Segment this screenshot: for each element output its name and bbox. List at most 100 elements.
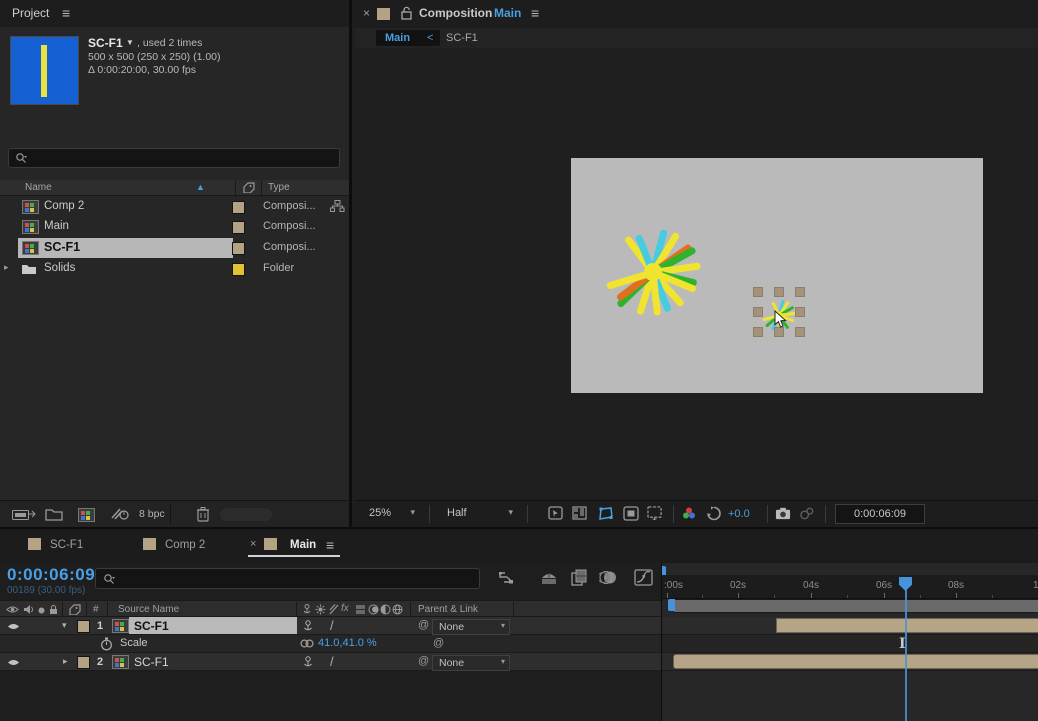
magnification-dropdown[interactable]: 25% ▾ [361,505,419,522]
work-area-bar[interactable] [668,599,1038,613]
graph-editor-icon[interactable] [634,569,653,586]
label-color-swatch[interactable] [232,201,245,214]
project-search-input[interactable] [8,148,340,168]
parent-dropdown[interactable]: None ▾ [432,619,510,635]
breadcrumb-current[interactable]: Main [385,32,410,44]
selection-handle[interactable] [753,287,763,297]
layer-label-color[interactable] [77,620,90,633]
layer-row-2[interactable]: ▸ 2 SC-F1 / @ None ▾ [0,653,661,671]
timeline-search-input[interactable] [95,568,480,589]
proportional-grid-icon[interactable] [647,506,663,521]
time-ruler[interactable]: :00s 02s 04s 06s 08s 1 [662,575,1038,599]
layer-track-1[interactable] [662,617,1038,635]
quality-toggle-icon[interactable]: / [330,654,334,669]
selection-handle[interactable] [753,327,763,337]
project-panel-menu-icon[interactable]: ≡ [62,5,70,21]
quality-toggle-icon[interactable]: / [330,618,334,633]
column-name[interactable]: Name [25,182,52,193]
grid-guides-icon[interactable] [548,506,564,521]
layer-duration-bar[interactable] [776,618,1038,633]
show-snapshot-icon[interactable] [799,506,815,521]
playhead-line[interactable] [905,577,907,721]
layer-number-column: # [93,604,99,615]
selection-handle[interactable] [795,327,805,337]
new-composition-icon[interactable] [78,508,95,522]
column-type[interactable]: Type [268,182,290,193]
eye-icon[interactable] [7,622,20,631]
delete-icon[interactable] [196,506,210,522]
exposure-value[interactable]: +0.0 [728,508,750,520]
channel-settings-icon[interactable] [681,506,697,521]
layer-track-2[interactable] [662,653,1038,671]
scale-value[interactable]: 41.0,41.0 % [318,637,377,649]
close-tab-icon[interactable]: × [363,6,370,20]
selection-handle[interactable] [774,287,784,297]
mini-flowchart-icon[interactable] [498,571,515,586]
draft-3d-icon[interactable] [540,570,558,586]
parent-dropdown[interactable]: None ▾ [432,655,510,671]
close-tab-icon[interactable]: × [250,538,256,550]
pickwhip-icon[interactable]: @ [433,637,444,649]
project-row-solids[interactable]: ▸ Solids Folder [0,259,349,279]
preview-timecode[interactable]: 0:00:06:09 [835,504,925,524]
pickwhip-icon[interactable]: @ [418,619,429,631]
label-color-swatch[interactable] [232,242,245,255]
tab-title[interactable]: Composition [419,6,492,20]
label-color-column-icon[interactable] [243,182,255,193]
property-row-scale[interactable]: Scale 41.0,41.0 % @ [0,635,661,653]
tab-label-color[interactable] [377,8,390,20]
timeline-tab-scf1[interactable]: SC-F1 [50,539,83,551]
link-dimensions-icon[interactable] [300,639,314,648]
take-snapshot-icon[interactable] [775,506,791,521]
parent-link-column[interactable]: Parent & Link [418,604,478,615]
selection-handle[interactable] [795,307,805,317]
interpret-footage-icon[interactable] [12,508,36,521]
layer-row-1[interactable]: ▾ 1 SC-F1 / @ None ▾ [0,617,661,635]
layer-source-name[interactable]: SC-F1 [134,655,169,669]
twirl-closed-icon[interactable]: ▸ [4,262,9,273]
sort-ascending-icon[interactable]: ▲ [196,182,205,192]
tab-comp-name[interactable]: Main [494,6,521,20]
label-color-swatch[interactable] [232,221,245,234]
composition-canvas[interactable] [571,158,983,393]
composition-panel-menu-icon[interactable]: ≡ [531,5,539,21]
transparency-grid-icon[interactable] [572,506,588,521]
pickwhip-icon[interactable]: @ [418,655,429,667]
reset-exposure-icon[interactable] [706,506,722,521]
frame-blending-icon[interactable] [571,569,588,586]
new-folder-icon[interactable] [45,507,63,521]
resolution-dropdown[interactable]: Half ▾ [439,505,517,522]
region-of-interest-icon[interactable] [623,506,639,521]
project-row-comp2[interactable]: Comp 2 Composi... [0,197,349,217]
source-name-column[interactable]: Source Name [118,604,179,615]
current-timecode[interactable]: 0:00:06:09 [7,565,95,585]
shy-toggle-icon[interactable] [303,656,313,668]
property-name[interactable]: Scale [120,637,148,649]
label-color-swatch[interactable] [232,263,245,276]
project-row-scf1-selected[interactable]: SC-F1 Composi... [0,238,349,258]
project-row-main[interactable]: Main Composi... [0,217,349,237]
stopwatch-icon[interactable] [100,637,113,651]
breadcrumb-previous[interactable]: SC-F1 [446,32,478,44]
property-track-scale[interactable]: I [662,635,1038,653]
motion-blur-icon[interactable] [599,570,617,585]
layer-source-name[interactable]: SC-F1 [134,619,169,633]
selection-handle[interactable] [753,307,763,317]
selection-handle[interactable] [795,287,805,297]
eye-icon[interactable] [7,658,20,667]
work-area-start-handle[interactable] [668,599,675,611]
color-depth-icon[interactable] [110,507,130,521]
timeline-tab-comp2[interactable]: Comp 2 [165,539,205,551]
name-dropdown-icon[interactable]: ▼ [126,38,134,47]
layer-label-color[interactable] [77,656,90,669]
mask-path-visibility-icon[interactable] [598,506,614,521]
twirl-open-icon[interactable]: ▾ [62,620,67,631]
twirl-closed-icon[interactable]: ▸ [63,656,68,667]
timeline-tab-main-active[interactable]: Main [290,539,316,551]
shy-toggle-icon[interactable] [303,620,313,632]
timeline-panel-menu-icon[interactable]: ≡ [326,537,334,553]
bit-depth-label[interactable]: 8 bpc [139,508,165,520]
composition-viewer[interactable] [355,48,1038,500]
layer-duration-bar[interactable] [673,654,1038,669]
lock-open-icon[interactable] [401,6,412,20]
